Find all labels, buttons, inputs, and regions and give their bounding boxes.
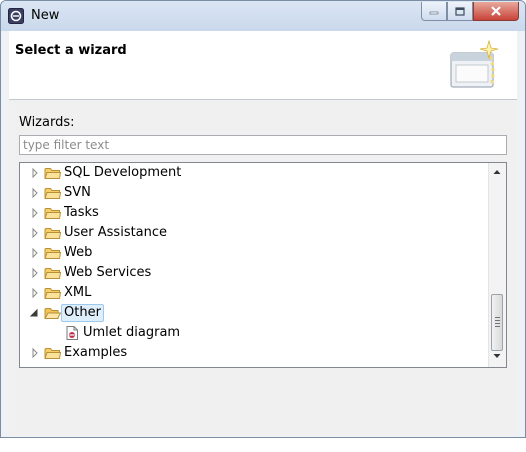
page-title: Select a wizard [15,43,127,58]
tree-item-examples[interactable]: Examples [20,343,490,363]
tree-item-svn[interactable]: SVN [20,183,490,203]
tree-item-label: Web [64,245,93,260]
scroll-down-icon[interactable] [493,352,501,360]
maximize-icon [455,6,465,16]
tree-item-label: XML [64,285,92,300]
folder-icon [44,248,61,259]
scrollbar-thumb[interactable] [491,294,503,351]
folder-icon [44,168,61,179]
tree-item-sql-development[interactable]: SQL Development [20,163,490,183]
wizard-banner-icon [450,39,499,88]
wizards-label: Wizards: [19,115,75,130]
tree-item-user-assistance[interactable]: User Assistance [20,223,490,243]
tree-item-web[interactable]: Web [20,243,490,263]
folder-icon [44,348,61,359]
wizard-content: Wizards: SQL Development SVN Tasks [9,100,517,436]
tree-item-label: Web Services [64,265,152,280]
expand-arrow-icon[interactable] [30,268,40,278]
minimize-button[interactable] [421,2,447,21]
filter-input[interactable] [19,135,507,155]
expand-arrow-icon[interactable] [30,228,40,238]
tree-item-web-services[interactable]: Web Services [20,263,490,283]
tree-item-label: SVN [64,185,91,200]
expand-arrow-icon[interactable] [30,188,40,198]
tree-item-label: Tasks [64,205,99,220]
tree-item-label: User Assistance [64,225,168,240]
close-icon [491,6,501,16]
tree-item-other[interactable]: Other [20,303,490,323]
wizard-tree[interactable]: SQL Development SVN Tasks User Assistanc… [19,162,507,368]
folder-icon [44,268,61,279]
folder-icon [44,208,61,219]
expand-arrow-icon[interactable] [30,288,40,298]
folder-icon [44,228,61,239]
eclipse-app-icon [8,8,24,24]
window-title: New [31,8,60,23]
expand-arrow-icon[interactable] [30,348,40,358]
wizard-header: Select a wizard [9,31,517,100]
tree-item-xml[interactable]: XML [20,283,490,303]
folder-icon [44,188,61,199]
new-wizard-dialog: New Select a wizard Wizards: type filter… [0,0,526,438]
vertical-scrollbar[interactable] [488,163,506,367]
tree-item-label: Examples [64,345,128,360]
expand-arrow-icon[interactable] [30,208,40,218]
expand-arrow-icon[interactable] [30,248,40,258]
tree-item-label: Umlet diagram [83,325,181,340]
minimize-icon [429,11,439,15]
tree-item-tasks[interactable]: Tasks [20,203,490,223]
scroll-up-icon[interactable] [493,168,501,176]
umlet-diagram-icon [66,326,78,340]
tree-item-umlet-diagram[interactable]: Umlet diagram [20,323,490,343]
close-button[interactable] [473,2,519,21]
tree-item-label: SQL Development [64,165,182,180]
maximize-button[interactable] [447,2,473,21]
folder-icon [44,288,61,299]
title-bar[interactable]: New [1,1,525,31]
expand-arrow-icon[interactable] [30,168,40,178]
folder-open-icon [44,308,61,319]
collapse-arrow-icon[interactable] [29,308,39,318]
tree-item-label: Other [61,304,104,322]
